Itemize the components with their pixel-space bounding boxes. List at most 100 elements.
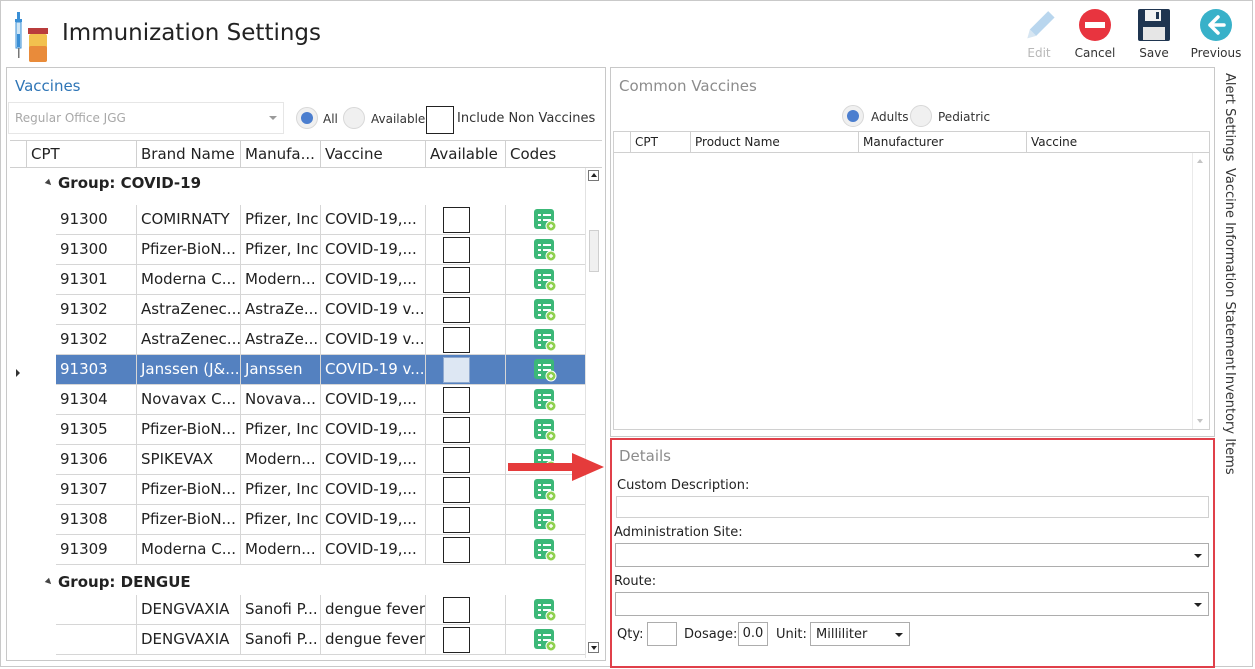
unit-value: Milliliter <box>816 627 868 642</box>
available-checkbox[interactable] <box>443 387 470 413</box>
common-vaccines-list[interactable] <box>613 153 1210 430</box>
filter-available-label: Available <box>371 112 426 126</box>
filter-all-label: All <box>323 112 338 126</box>
codes-list-icon[interactable] <box>533 208 557 232</box>
cell-cpt <box>56 625 142 654</box>
save-label: Save <box>1139 46 1169 60</box>
filter-all-radio[interactable] <box>296 107 318 129</box>
available-checkbox[interactable] <box>443 417 470 443</box>
available-checkbox[interactable] <box>443 627 470 653</box>
available-checkbox[interactable] <box>443 357 470 383</box>
table-row[interactable]: 91308 Pfizer-BioN... Pfizer, Inc COVID-19,.… <box>56 505 585 535</box>
vaccine-grid-scrollbar[interactable] <box>585 168 602 658</box>
table-row[interactable]: DENGVAXIA Sanofi P... dengue fever <box>56 625 585 655</box>
table-row[interactable]: DENGVAXIA Sanofi P... dengue fever <box>56 595 585 625</box>
available-checkbox[interactable] <box>443 327 470 353</box>
codes-list-icon[interactable] <box>533 358 557 382</box>
codes-list-icon[interactable] <box>533 238 557 262</box>
cell-cpt: 91307 <box>60 480 108 498</box>
available-checkbox[interactable] <box>443 597 470 623</box>
cell-brand-name: AstraZenec... <box>136 295 240 324</box>
cv-column-manufacturer[interactable]: Manufacturer <box>858 132 1026 152</box>
scroll-up-icon[interactable] <box>1197 159 1203 163</box>
available-checkbox[interactable] <box>443 537 470 563</box>
codes-list-icon[interactable] <box>533 598 557 622</box>
previous-button[interactable]: Previous <box>1188 8 1244 64</box>
table-row[interactable]: 91302 AstraZenec... AstraZe... COVID-19 v..… <box>56 325 585 355</box>
codes-list-icon[interactable] <box>533 328 557 352</box>
cv-column-vaccine[interactable]: Vaccine <box>1026 132 1194 152</box>
chevron-down-icon <box>1194 603 1202 607</box>
column-header-manufacturer[interactable]: Manufa... <box>240 141 320 168</box>
cancel-label: Cancel <box>1074 46 1116 60</box>
unit-select[interactable]: Milliliter <box>810 622 910 646</box>
scroll-down-icon[interactable] <box>1197 419 1203 423</box>
qty-input[interactable] <box>647 622 677 646</box>
codes-list-icon[interactable] <box>533 538 557 562</box>
filter-available-radio[interactable] <box>343 107 365 129</box>
available-checkbox[interactable] <box>443 477 470 503</box>
table-row[interactable]: 91309 Moderna C... Modern... COVID-19,... <box>56 535 585 565</box>
tab-inventory-items[interactable]: Inventory Items <box>1222 372 1237 475</box>
edit-button[interactable]: Edit <box>1011 8 1067 64</box>
group-row[interactable]: Group: DENGUE <box>10 567 586 597</box>
codes-list-icon[interactable] <box>533 418 557 442</box>
cell-manufacturer: Novava... <box>240 385 320 414</box>
cv-column-product-name[interactable]: Product Name <box>690 132 858 152</box>
available-checkbox[interactable] <box>443 447 470 473</box>
cell-cpt: 91304 <box>60 390 108 408</box>
available-checkbox[interactable] <box>443 207 470 233</box>
tab-vaccine-information-statement[interactable]: Vaccine Information Statement <box>1222 168 1237 370</box>
column-header-vaccine[interactable]: Vaccine <box>320 141 425 168</box>
cancel-button[interactable]: Cancel <box>1067 8 1123 64</box>
table-row[interactable]: 91305 Pfizer-BioN... Pfizer, Inc COVID-19,.… <box>56 415 585 445</box>
table-row[interactable]: 91304 Novavax C... Novava... COVID-19,... <box>56 385 585 415</box>
syringe-vial-icon <box>14 12 52 62</box>
route-select[interactable] <box>615 592 1209 616</box>
adults-radio[interactable] <box>842 105 864 127</box>
table-row[interactable]: 91302 AstraZenec... AstraZe... COVID-19 v..… <box>56 295 585 325</box>
column-header-brand-name[interactable]: Brand Name <box>136 141 240 168</box>
collapse-triangle-icon[interactable] <box>44 577 54 587</box>
cell-manufacturer: Sanofi P... <box>240 595 320 624</box>
available-checkbox[interactable] <box>443 507 470 533</box>
collapse-triangle-icon[interactable] <box>44 178 54 188</box>
custom-description-input[interactable] <box>616 496 1209 518</box>
column-header-cpt[interactable]: CPT <box>26 141 136 168</box>
codes-list-icon[interactable] <box>533 298 557 322</box>
codes-list-icon[interactable] <box>533 508 557 532</box>
include-non-vaccines-checkbox[interactable] <box>426 106 454 134</box>
group-row[interactable]: Group: COVID-19 <box>10 168 586 198</box>
common-vaccines-scrollbar[interactable] <box>1192 153 1209 429</box>
cv-column-cpt[interactable]: CPT <box>630 132 690 152</box>
table-row[interactable]: 91300 Pfizer-BioN... Pfizer, Inc COVID-19,.… <box>56 235 585 265</box>
pediatric-radio[interactable] <box>910 105 932 127</box>
dosage-input[interactable]: 0.0 <box>738 622 768 646</box>
table-row[interactable]: 91306 SPIKEVAX Modern... COVID-19,... <box>56 445 585 475</box>
cell-cpt: 91305 <box>60 420 108 438</box>
available-checkbox[interactable] <box>443 237 470 263</box>
tab-alert-settings[interactable]: Alert Settings <box>1222 73 1237 161</box>
table-row[interactable]: 91307 Pfizer-BioN... Pfizer, Inc COVID-19,.… <box>56 475 585 505</box>
codes-list-icon[interactable] <box>533 628 557 652</box>
cell-vaccine: COVID-19,... <box>320 475 425 504</box>
available-checkbox[interactable] <box>443 297 470 323</box>
save-button[interactable]: Save <box>1126 8 1182 64</box>
table-row[interactable]: 91303 Janssen (J&... Janssen COVID-19 v... <box>56 355 585 385</box>
table-row[interactable]: 91301 Moderna C... Modern... COVID-19,... <box>56 265 585 295</box>
cell-manufacturer: Pfizer, Inc <box>240 475 320 504</box>
group-label: Group: DENGUE <box>58 573 191 591</box>
scroll-up-icon[interactable] <box>588 170 599 181</box>
cancel-icon <box>1079 9 1111 41</box>
table-row[interactable]: 91300 COMIRNATY Pfizer, Inc COVID-19,... <box>56 205 585 235</box>
scroll-thumb[interactable] <box>589 230 599 272</box>
scroll-down-icon[interactable] <box>588 642 599 653</box>
column-header-available[interactable]: Available <box>425 141 505 168</box>
administration-site-select[interactable] <box>615 543 1209 567</box>
codes-list-icon[interactable] <box>533 388 557 412</box>
codes-list-icon[interactable] <box>533 268 557 292</box>
available-checkbox[interactable] <box>443 267 470 293</box>
include-non-vaccines-label: Include Non Vaccines <box>457 111 596 126</box>
office-select[interactable]: Regular Office JGG <box>8 102 284 134</box>
column-header-codes[interactable]: Codes <box>505 141 585 168</box>
